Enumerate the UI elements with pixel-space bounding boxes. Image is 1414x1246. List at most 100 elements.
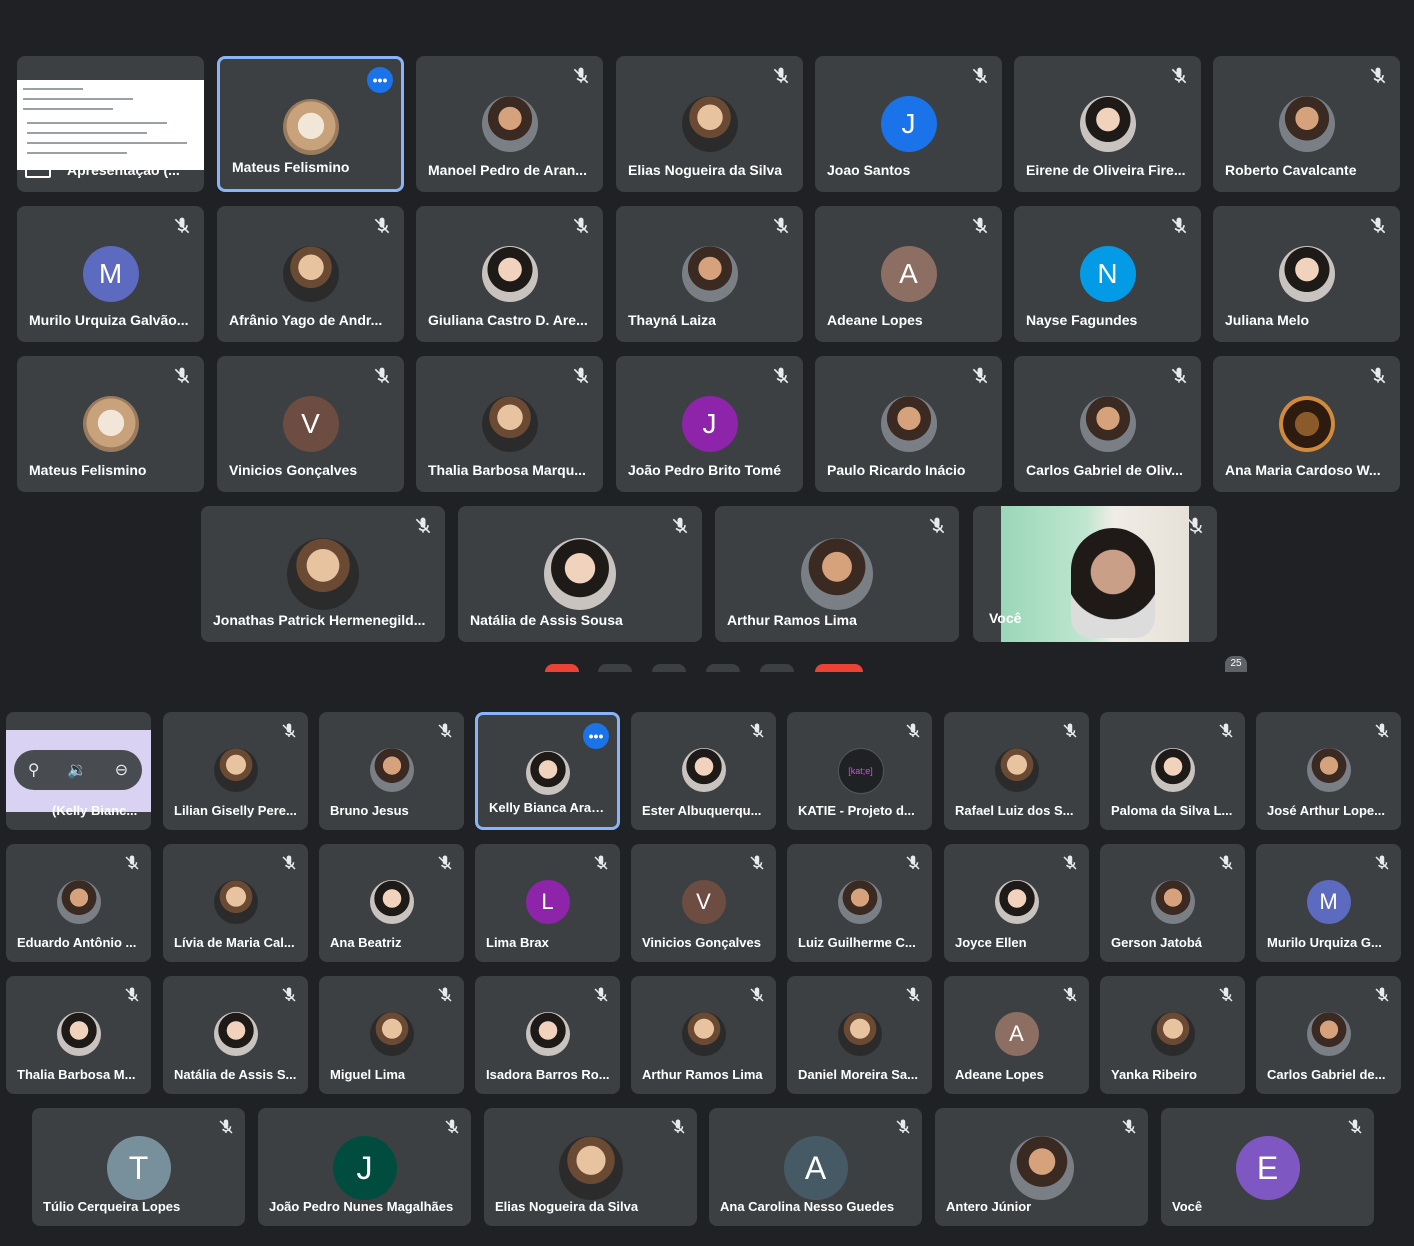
participant-name: João Pedro Brito Tomé <box>628 462 781 478</box>
participant-tile[interactable]: Manoel Pedro de Aran... <box>416 56 603 192</box>
participant-tile[interactable]: Ester Albuquerqu... <box>631 712 776 830</box>
participant-tile[interactable]: Paloma da Silva L... <box>1100 712 1245 830</box>
participant-tile[interactable]: Joyce Ellen <box>944 844 1089 962</box>
participant-tile[interactable]: V Vinicios Gonçalves <box>631 844 776 962</box>
participant-tile[interactable]: Paulo Ricardo Inácio <box>815 356 1002 492</box>
participant-tile[interactable]: Juliana Melo <box>1213 206 1400 342</box>
control-button[interactable] <box>598 664 632 672</box>
participant-tile[interactable]: Thayná Laiza <box>616 206 803 342</box>
participant-tile[interactable]: M Murilo Urquiza G... <box>1256 844 1401 962</box>
participant-tile[interactable]: Carlos Gabriel de... <box>1256 976 1401 1094</box>
control-button-red[interactable] <box>545 664 579 672</box>
participant-name: Adeane Lopes <box>827 312 923 328</box>
participant-tile[interactable]: Yanka Ribeiro <box>1100 976 1245 1094</box>
participant-tile[interactable]: Kelly Bianca Araúj... ••• <box>475 712 620 830</box>
participant-tile[interactable]: Isadora Barros Ro... <box>475 976 620 1094</box>
presentation-tile[interactable]: Apresentação (... <box>17 56 204 192</box>
participant-photo <box>1079 396 1136 452</box>
participant-tile[interactable]: Natália de Assis S... <box>163 976 308 1094</box>
participant-tile[interactable]: A Adeane Lopes <box>944 976 1089 1094</box>
mic-off-icon <box>906 723 920 738</box>
control-button[interactable] <box>760 664 794 672</box>
participant-tile[interactable]: V Vinicios Gonçalves <box>217 356 404 492</box>
participant-tile[interactable]: Mateus Felismino ••• <box>217 56 404 192</box>
pin-icon[interactable]: ⚲ <box>28 760 40 780</box>
participant-name: Afrânio Yago de Andr... <box>229 312 383 328</box>
participant-tile[interactable]: Mateus Felismino <box>17 356 204 492</box>
participant-tile[interactable]: J Joao Santos <box>815 56 1002 192</box>
participant-tile[interactable]: Eduardo Antônio ... <box>6 844 151 962</box>
mic-off-icon <box>972 67 988 84</box>
participant-name: Thalia Barbosa M... <box>17 1067 136 1082</box>
participant-tile[interactable]: A Adeane Lopes <box>815 206 1002 342</box>
participant-photo <box>82 396 139 452</box>
participant-photo <box>837 880 882 924</box>
mic-off-icon <box>672 517 688 534</box>
presentation-tile-2[interactable]: ⚲ 🔉 ⊖ (Kelly Bianc... <box>6 712 151 830</box>
mic-off-icon <box>1370 367 1386 384</box>
participant-name: Ana Maria Cardoso W... <box>1225 462 1381 478</box>
participant-name: Eduardo Antônio ... <box>17 935 137 950</box>
participant-tile[interactable]: Gerson Jatobá <box>1100 844 1245 962</box>
participant-tile[interactable]: Carlos Gabriel de Oliv... <box>1014 356 1201 492</box>
participant-initial-avatar: M <box>1306 880 1351 924</box>
participant-tile[interactable]: [kat;e] KATIE - Projeto d... <box>787 712 932 830</box>
control-button[interactable] <box>706 664 740 672</box>
participant-tile[interactable]: Bruno Jesus <box>319 712 464 830</box>
participant-tile[interactable]: Daniel Moreira Sa... <box>787 976 932 1094</box>
participant-photo <box>1150 748 1195 792</box>
self-video-tile[interactable]: Você <box>973 506 1217 642</box>
participant-name: Manoel Pedro de Aran... <box>428 162 587 178</box>
participant-photo <box>369 880 414 924</box>
participant-tile[interactable]: Afrânio Yago de Andr... <box>217 206 404 342</box>
participant-tile[interactable]: J João Pedro Nunes Magalhães <box>258 1108 471 1226</box>
participant-tile[interactable]: José Arthur Lope... <box>1256 712 1401 830</box>
participant-tile[interactable]: E Você <box>1161 1108 1374 1226</box>
participant-tile[interactable]: Rafael Luiz dos S... <box>944 712 1089 830</box>
volume-icon[interactable]: 🔉 <box>67 760 87 780</box>
more-options-icon[interactable]: ••• <box>583 723 609 749</box>
participant-tile[interactable]: Elias Nogueira da Silva <box>484 1108 697 1226</box>
mic-off-icon <box>374 217 390 234</box>
participant-photo <box>880 396 937 452</box>
participant-tile[interactable]: J João Pedro Brito Tomé <box>616 356 803 492</box>
participant-photo <box>994 748 1039 792</box>
participant-tile[interactable]: Thalia Barbosa Marqu... <box>416 356 603 492</box>
participant-tile[interactable]: L Lima Brax <box>475 844 620 962</box>
participant-tile[interactable]: Ana Maria Cardoso W... <box>1213 356 1400 492</box>
participant-tile[interactable]: Arthur Ramos Lima <box>631 976 776 1094</box>
participant-tile[interactable]: Arthur Ramos Lima <box>715 506 959 642</box>
participant-name: Joao Santos <box>827 162 911 178</box>
control-button[interactable] <box>652 664 686 672</box>
participant-tile[interactable]: Miguel Lima <box>319 976 464 1094</box>
participant-photo <box>801 538 873 610</box>
participant-tile[interactable]: M Murilo Urquiza Galvão... <box>17 206 204 342</box>
participant-tile[interactable]: Ana Beatriz <box>319 844 464 962</box>
participant-tile[interactable]: Natália de Assis Sousa <box>458 506 702 642</box>
participant-tile[interactable]: Roberto Cavalcante <box>1213 56 1400 192</box>
participant-tile[interactable]: T Túlio Cerqueira Lopes <box>32 1108 245 1226</box>
end-call-button[interactable] <box>815 664 863 672</box>
participant-tile[interactable]: A Ana Carolina Nesso Guedes <box>709 1108 922 1226</box>
participant-tile[interactable]: Luiz Guilherme C... <box>787 844 932 962</box>
participant-tile[interactable]: N Nayse Fagundes <box>1014 206 1201 342</box>
remove-icon[interactable]: ⊖ <box>115 760 128 780</box>
participant-tile[interactable]: Jonathas Patrick Hermenegild... <box>201 506 445 642</box>
participant-photo <box>1079 96 1136 152</box>
participant-tile[interactable]: Thalia Barbosa M... <box>6 976 151 1094</box>
participant-tile[interactable]: Eirene de Oliveira Fire... <box>1014 56 1201 192</box>
participant-tile[interactable]: Antero Júnior <box>935 1108 1148 1226</box>
participant-photo <box>213 748 258 792</box>
participant-photo <box>56 880 101 924</box>
meeting-stage: Apresentação (... Você ⚲ 🔉 ⊖ (Kelly Bian… <box>0 0 1414 1246</box>
self-label: Você <box>989 610 1022 626</box>
participant-name: Bruno Jesus <box>330 803 409 818</box>
more-options-icon[interactable]: ••• <box>367 67 393 93</box>
participant-photo <box>481 396 538 452</box>
participant-initial-avatar: J <box>880 96 937 152</box>
participant-name: Roberto Cavalcante <box>1225 162 1357 178</box>
participant-tile[interactable]: Lívia de Maria Cal... <box>163 844 308 962</box>
participant-tile[interactable]: Elias Nogueira da Silva <box>616 56 803 192</box>
participant-tile[interactable]: Lilian Giselly Pere... <box>163 712 308 830</box>
participant-tile[interactable]: Giuliana Castro D. Are... <box>416 206 603 342</box>
